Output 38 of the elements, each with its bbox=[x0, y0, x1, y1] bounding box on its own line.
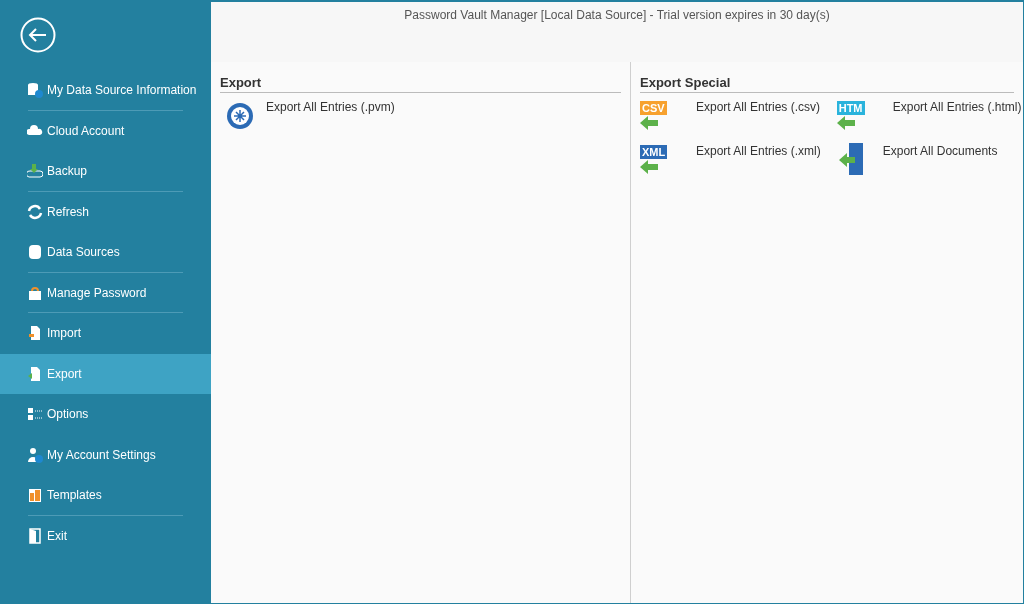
back-icon[interactable] bbox=[20, 17, 56, 53]
sidebar-item[interactable]: Import bbox=[0, 313, 211, 354]
sidebar-item[interactable]: My Account Settings bbox=[0, 434, 211, 475]
sidebar-item[interactable]: Refresh bbox=[0, 191, 211, 232]
sidebar-item-icon bbox=[27, 82, 43, 99]
arrow-icon bbox=[836, 115, 857, 131]
sidebar-item[interactable]: My Data Source Information bbox=[0, 70, 211, 111]
sidebar-item-icon bbox=[27, 487, 43, 504]
arrow-icon bbox=[640, 115, 660, 131]
sidebar-item[interactable]: Cloud Account bbox=[0, 110, 211, 151]
sidebar-item[interactable]: Backup bbox=[0, 151, 211, 192]
sidebar-item[interactable]: Export bbox=[0, 353, 211, 394]
file-type-badge: XML bbox=[640, 145, 668, 159]
file-type-badge: CSV bbox=[640, 101, 667, 115]
export-option-link[interactable]: Export All Documents bbox=[882, 141, 998, 158]
file-type-badge: HTM bbox=[836, 101, 865, 115]
sidebar-item-icon bbox=[27, 244, 43, 261]
export-option-link[interactable]: Export All Entries (.xml) bbox=[696, 141, 821, 158]
window-title: Password Vault Manager [Local Data Source] - Trial version expires in 30 day(s) bbox=[404, 8, 830, 24]
sidebar-item[interactable]: Options bbox=[0, 394, 211, 435]
sidebar-item[interactable]: Manage Password bbox=[0, 272, 211, 313]
export-option-link[interactable]: Export All Entries (.csv) bbox=[696, 97, 821, 114]
section-title: Export Special bbox=[640, 75, 1014, 93]
sidebar-item-icon bbox=[27, 406, 43, 423]
sidebar-item-icon bbox=[27, 163, 43, 180]
sidebar-item[interactable]: Exit bbox=[0, 515, 211, 556]
sidebar-item-icon bbox=[27, 284, 43, 301]
export-option-link[interactable]: Export All Entries (.pvm) bbox=[266, 97, 395, 114]
sidebar-item-icon bbox=[27, 527, 43, 544]
sidebar-item-icon bbox=[27, 203, 43, 220]
sidebar-item-icon bbox=[27, 446, 43, 463]
arrow-icon bbox=[640, 159, 660, 175]
section-title: Export bbox=[220, 75, 621, 93]
export-option-link[interactable]: Export All Entries (.html) bbox=[892, 97, 1022, 114]
sidebar-item[interactable]: Data Sources bbox=[0, 232, 211, 273]
sidebar-item-icon bbox=[27, 325, 43, 342]
sidebar-item-icon bbox=[27, 365, 43, 382]
sidebar-item[interactable]: Templates bbox=[0, 475, 211, 516]
